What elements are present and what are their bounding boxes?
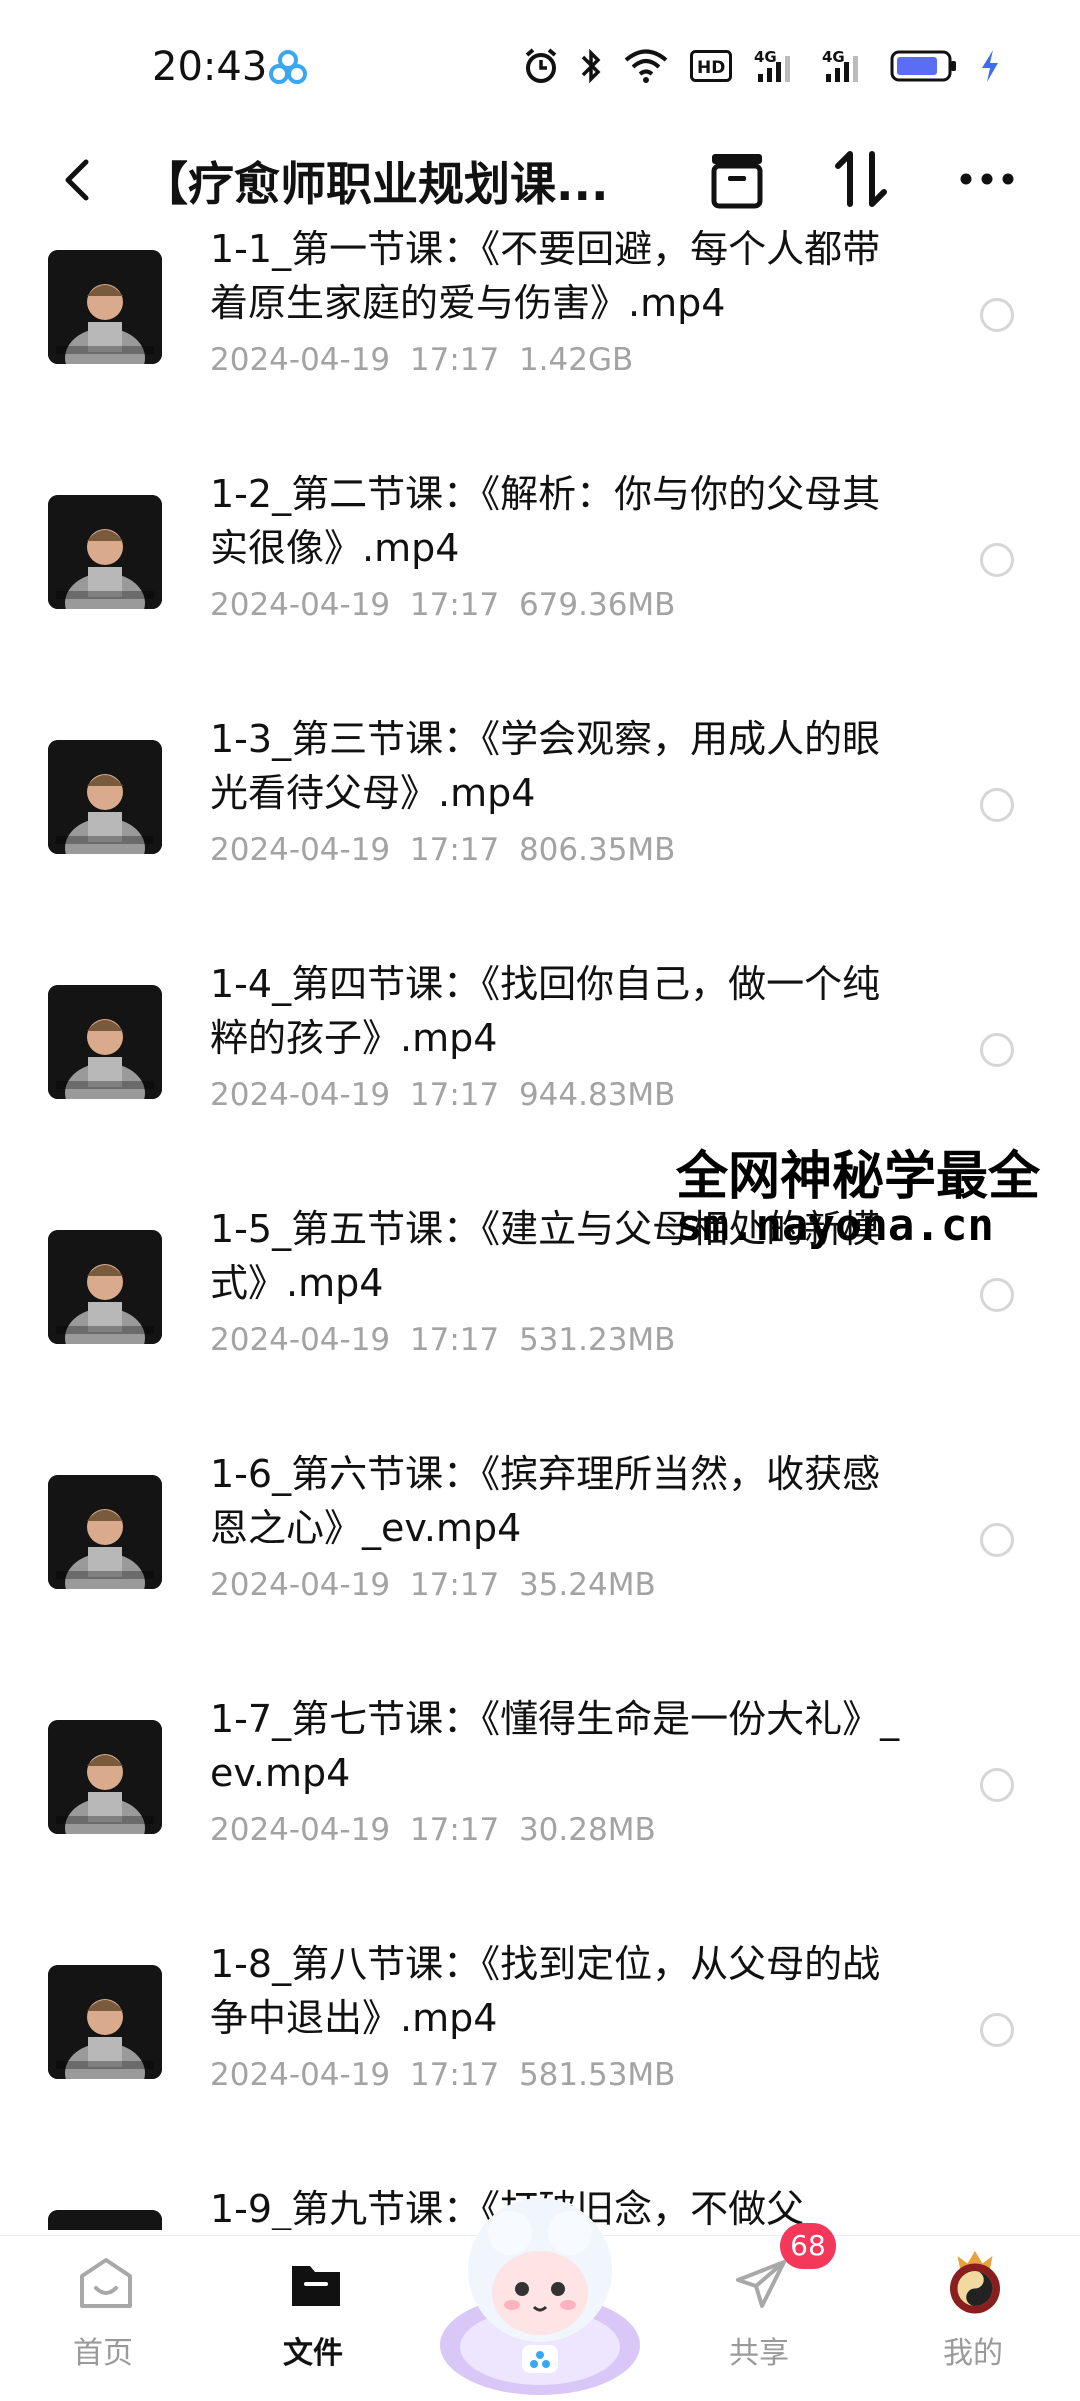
file-meta: 2024-04-19 17:17 30.28MB <box>210 1812 656 1848</box>
video-thumbnail <box>48 1230 162 1344</box>
file-date: 2024-04-19 <box>210 1322 391 1358</box>
share-badge: 68 <box>780 2223 836 2269</box>
file-item[interactable]: 1-2_第二节课：《解析：你与你的父母其实很像》.mp4 2024-04-19 1… <box>0 455 1080 700</box>
wifi-icon <box>624 49 668 83</box>
select-radio[interactable] <box>980 1768 1014 1802</box>
file-time: 17:17 <box>409 1322 500 1358</box>
video-thumbnail <box>48 1965 162 2079</box>
chevron-left-icon[interactable] <box>48 150 108 210</box>
file-meta: 2024-04-19 17:17 35.24MB <box>210 1567 656 1603</box>
file-item[interactable]: 1-7_第七节课：《懂得生命是一份大礼》_ev.mp4 2024-04-19 17… <box>0 1680 1080 1925</box>
file-size: 581.53MB <box>518 2057 676 2093</box>
sort-icon[interactable] <box>826 144 896 214</box>
video-thumbnail <box>48 1475 162 1589</box>
video-thumbnail <box>48 250 162 364</box>
charging-icon <box>982 50 998 82</box>
file-size: 1.42GB <box>518 342 634 378</box>
file-meta: 2024-04-19 17:17 679.36MB <box>210 587 675 623</box>
select-radio[interactable] <box>980 1523 1014 1557</box>
video-thumbnail <box>48 1720 162 1834</box>
network-label: 4G <box>822 48 845 66</box>
file-date: 2024-04-19 <box>210 342 391 378</box>
file-name: 1-2_第二节课：《解析：你与你的父母其实很像》.mp4 <box>210 472 881 570</box>
home-icon <box>80 2258 132 2308</box>
file-item[interactable]: 1-8_第八节课：《找到定位，从父母的战争中退出》.mp4 2024-04-19 … <box>0 1925 1080 2170</box>
network-label: 4G <box>754 48 777 66</box>
nav-files[interactable]: 文件 <box>238 2236 388 2401</box>
nav-home-label: 首页 <box>73 2336 133 2371</box>
file-date: 2024-04-19 <box>210 1812 391 1848</box>
watermark-line2: sm.nayona.cn <box>676 1200 994 1251</box>
file-time: 17:17 <box>409 1567 500 1603</box>
file-size: 806.35MB <box>518 832 676 868</box>
paper-plane-icon <box>736 2260 786 2308</box>
file-date: 2024-04-19 <box>210 1567 391 1603</box>
folder-icon[interactable] <box>702 144 772 214</box>
file-meta: 2024-04-19 17:17 581.53MB <box>210 2057 675 2093</box>
alarm-icon <box>525 48 557 83</box>
header: 【疗愈师职业规划课... <box>0 130 1080 230</box>
select-radio[interactable] <box>980 543 1014 577</box>
file-size: 944.83MB <box>518 1077 676 1113</box>
file-meta: 2024-04-19 17:17 806.35MB <box>210 832 675 868</box>
mascot-icon[interactable] <box>430 2175 650 2400</box>
nav-me[interactable]: 我的 <box>898 2236 1048 2401</box>
status-time: 20:43 <box>152 44 268 90</box>
select-radio[interactable] <box>980 1278 1014 1312</box>
file-date: 2024-04-19 <box>210 832 391 868</box>
file-item[interactable]: 1-6_第六节课：《摈弃理所当然，收获感恩之心》_ev.mp4 2024-04-1… <box>0 1435 1080 1680</box>
file-meta: 2024-04-19 17:17 944.83MB <box>210 1077 675 1113</box>
video-thumbnail <box>48 985 162 1099</box>
file-size: 679.36MB <box>518 587 676 623</box>
watermark-line1: 全网神秘学最全 <box>676 1147 1041 1207</box>
status-bar: 20:43 HD 4G 4G <box>0 0 1080 130</box>
video-thumbnail <box>48 495 162 609</box>
select-radio[interactable] <box>980 788 1014 822</box>
file-item[interactable]: 1-3_第三节课：《学会观察，用成人的眼光看待父母》.mp4 2024-04-19… <box>0 700 1080 945</box>
file-name: 1-8_第八节课：《找到定位，从父母的战争中退出》.mp4 <box>210 1942 881 2040</box>
page-title: 【疗愈师职业规划课... <box>142 157 609 211</box>
nav-files-label: 文件 <box>283 2336 343 2371</box>
file-name: 1-7_第七节课：《懂得生命是一份大礼》_ev.mp4 <box>210 1697 900 1795</box>
file-name: 1-6_第六节课：《摈弃理所当然，收获感恩之心》_ev.mp4 <box>210 1452 881 1550</box>
file-meta: 2024-04-19 17:17 531.23MB <box>210 1322 675 1358</box>
bluetooth-icon <box>581 48 601 84</box>
select-radio[interactable] <box>980 2013 1014 2047</box>
file-time: 17:17 <box>409 2057 500 2093</box>
file-name: 1-1_第一节课：《不要回避，每个人都带着原生家庭的爱与伤害》.mp4 <box>210 230 881 325</box>
app-badge-icon <box>269 50 307 84</box>
file-time: 17:17 <box>409 832 500 868</box>
select-radio[interactable] <box>980 1033 1014 1067</box>
file-size: 30.28MB <box>518 1812 656 1848</box>
select-radio[interactable] <box>980 298 1014 332</box>
nav-home[interactable]: 首页 <box>28 2236 178 2401</box>
hd-icon: HD <box>690 50 732 82</box>
signal-4g-icon: 4G <box>754 48 790 82</box>
file-time: 17:17 <box>409 587 500 623</box>
more-icon[interactable] <box>952 144 1022 214</box>
file-date: 2024-04-19 <box>210 1077 391 1113</box>
file-time: 17:17 <box>409 1077 500 1113</box>
folder-icon <box>292 2266 340 2306</box>
file-name: 1-4_第四节课：《找回你自己，做一个纯粹的孩子》.mp4 <box>210 962 881 1060</box>
file-date: 2024-04-19 <box>210 2057 391 2093</box>
file-size: 35.24MB <box>518 1567 656 1603</box>
nav-me-label: 我的 <box>943 2336 1003 2371</box>
file-time: 17:17 <box>409 342 500 378</box>
video-thumbnail <box>48 740 162 854</box>
video-thumbnail <box>48 2210 162 2230</box>
file-size: 531.23MB <box>518 1322 676 1358</box>
file-name: 1-3_第三节课：《学会观察，用成人的眼光看待父母》.mp4 <box>210 717 881 815</box>
file-time: 17:17 <box>409 1812 500 1848</box>
file-item[interactable]: 1-1_第一节课：《不要回避，每个人都带着原生家庭的爱与伤害》.mp4 2024-… <box>0 230 1080 455</box>
hd-label: HD <box>697 58 725 78</box>
signal-4g-icon: 4G <box>822 48 858 82</box>
battery-icon <box>890 50 956 82</box>
file-date: 2024-04-19 <box>210 587 391 623</box>
nav-share-label: 共享 <box>729 2336 789 2371</box>
avatar-icon <box>950 2251 1000 2314</box>
file-meta: 2024-04-19 17:17 1.42GB <box>210 342 633 378</box>
